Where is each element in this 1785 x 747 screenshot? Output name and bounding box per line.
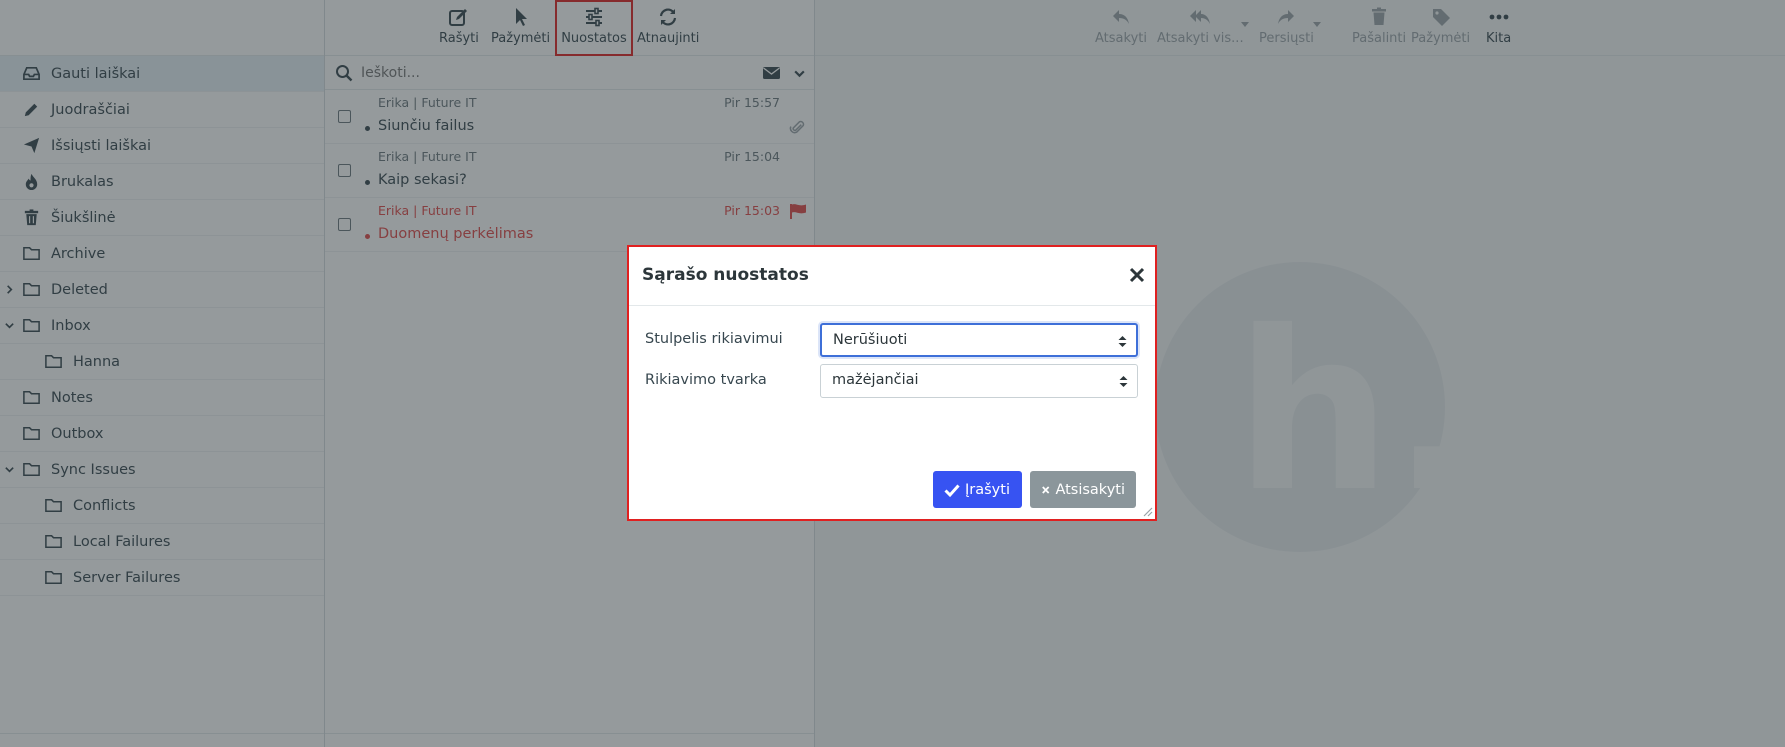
sort-column-row: Stulpelis rikiavimui Nerūšiuoti — [645, 323, 1141, 357]
close-icon — [1042, 485, 1050, 494]
cancel-button[interactable]: Atsisakyti — [1030, 471, 1136, 508]
sort-column-value: Nerūšiuoti — [833, 332, 908, 348]
sort-order-value: mažėjančiai — [832, 372, 919, 388]
sort-column-label: Stulpelis rikiavimui — [645, 331, 783, 347]
cancel-label: Atsisakyti — [1055, 481, 1125, 498]
checkmark-icon — [944, 483, 960, 497]
select-arrows-icon — [1118, 336, 1127, 347]
dialog-header: Sąrašo nuostatos — [629, 247, 1155, 306]
list-options-dialog: Sąrašo nuostatos Stulpelis rikiavimui Ne… — [627, 245, 1157, 521]
resize-handle-icon[interactable] — [1143, 507, 1153, 517]
sort-column-select[interactable]: Nerūšiuoti — [820, 323, 1138, 357]
sort-order-select[interactable]: mažėjančiai — [820, 364, 1138, 398]
close-icon[interactable] — [1129, 267, 1145, 283]
sort-order-row: Rikiavimo tvarka mažėjančiai — [645, 364, 1141, 398]
dialog-title: Sąrašo nuostatos — [642, 265, 809, 285]
sort-order-label: Rikiavimo tvarka — [645, 372, 767, 388]
select-arrows-icon — [1119, 376, 1128, 387]
save-label: Įrašyti — [965, 481, 1010, 498]
save-button[interactable]: Įrašyti — [933, 471, 1022, 508]
mail-app: Gauti laiškai Juodraščiai Išsiųsti laišk… — [0, 0, 1785, 747]
